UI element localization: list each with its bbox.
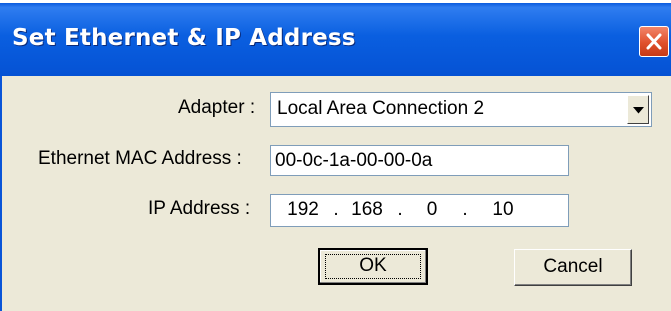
ok-button[interactable]: OK [318,248,428,285]
ip-octet-2[interactable]: 168 [343,199,391,221]
dialog-title: Set Ethernet & IP Address [12,25,356,51]
cancel-button-label: Cancel [543,256,603,277]
ip-address-input[interactable]: 192 . 168 . 0 . 10 [270,194,569,227]
ip-octet-4[interactable]: 10 [479,199,527,221]
title-bar[interactable]: Set Ethernet & IP Address [0,3,671,76]
ip-separator: . [462,199,468,220]
ip-separator: . [397,199,403,220]
mac-address-value: 00-0c-1a-00-00-0a [275,150,433,171]
mac-address-input[interactable]: 00-0c-1a-00-00-0a [270,145,569,176]
adapter-dropdown-button[interactable] [627,95,649,124]
close-button[interactable] [639,26,669,57]
ip-octet-1[interactable]: 192 [279,199,327,221]
ip-octet-3[interactable]: 0 [408,199,456,221]
mac-address-label: Ethernet MAC Address : [38,148,242,169]
adapter-select[interactable]: Local Area Connection 2 [270,92,652,127]
dialog-body: Adapter : Local Area Connection 2 Ethern… [0,76,671,311]
ip-address-label: IP Address : [148,198,251,219]
adapter-label: Adapter : [178,97,256,118]
ip-separator: . [333,199,339,220]
cancel-button[interactable]: Cancel [514,249,632,286]
focus-rectangle [325,254,421,279]
dialog-window: Set Ethernet & IP Address Adapter : Loca… [0,0,671,311]
adapter-selected-value: Local Area Connection 2 [277,98,485,119]
